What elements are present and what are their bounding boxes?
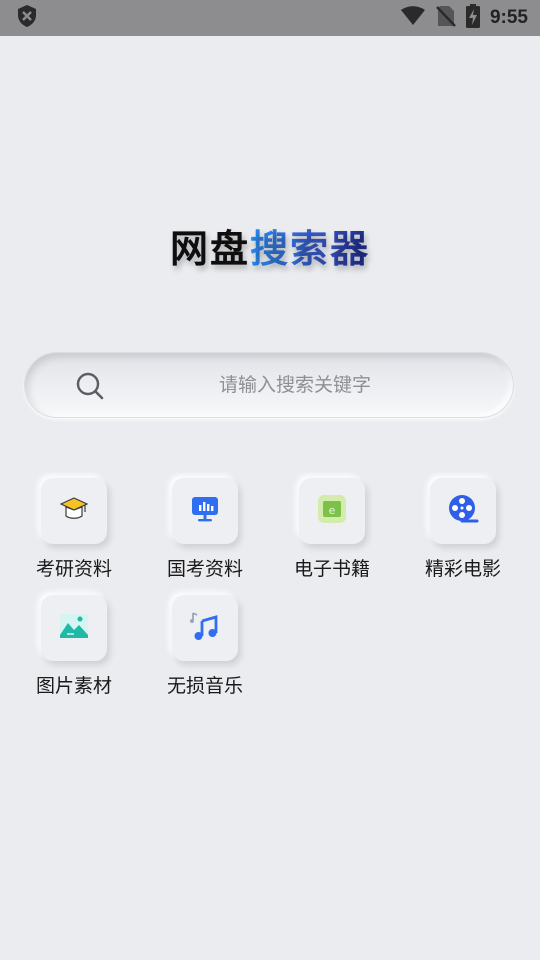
svg-text:e: e <box>329 504 336 517</box>
category-guokao[interactable]: 国考资料 <box>145 478 265 588</box>
category-tile[interactable] <box>172 478 238 544</box>
category-images[interactable]: 图片素材 <box>14 595 134 705</box>
category-tile[interactable]: e <box>299 478 365 544</box>
shield-icon <box>16 4 38 32</box>
category-label: 图片素材 <box>35 675 112 697</box>
page-title-part1: 网盘 <box>169 227 250 271</box>
film-reel-icon <box>447 493 479 529</box>
music-note-icon <box>189 610 221 646</box>
category-label: 无损音乐 <box>166 675 243 697</box>
category-tile[interactable] <box>41 595 107 661</box>
ebook-icon: e <box>317 494 347 528</box>
category-tile[interactable] <box>41 478 107 544</box>
search-box[interactable] <box>24 352 514 418</box>
search-icon[interactable] <box>75 371 105 401</box>
presentation-board-icon <box>190 495 220 527</box>
page-title: 网盘搜索器 <box>0 218 540 273</box>
page-title-part2: 搜索器 <box>250 227 371 271</box>
category-label: 国考资料 <box>166 558 243 580</box>
category-music[interactable]: 无损音乐 <box>145 595 265 705</box>
search-input[interactable] <box>145 353 445 417</box>
category-tile[interactable] <box>172 595 238 661</box>
category-label: 考研资料 <box>35 558 112 580</box>
status-bar: 9:55 <box>0 0 540 36</box>
image-icon <box>59 613 89 643</box>
category-movies[interactable]: 精彩电影 <box>403 478 523 588</box>
category-label: 电子书籍 <box>293 558 370 580</box>
category-kaoyan[interactable]: 考研资料 <box>14 478 134 588</box>
category-label: 精彩电影 <box>424 558 501 580</box>
graduation-cap-icon <box>59 496 89 526</box>
category-tile[interactable] <box>430 478 496 544</box>
no-sim-icon <box>436 5 456 31</box>
battery-charging-icon <box>465 4 480 32</box>
status-time: 9:55 <box>489 7 528 28</box>
category-ebooks[interactable]: e 电子书籍 <box>272 478 392 588</box>
wifi-icon <box>400 6 426 30</box>
